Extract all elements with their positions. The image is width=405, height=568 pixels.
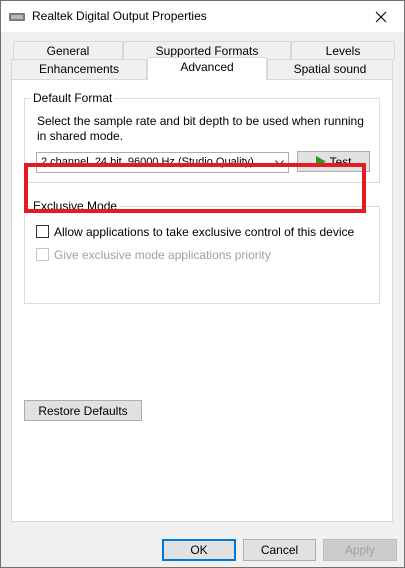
speaker-icon [9,11,25,21]
tab-label: Supported Formats [155,44,259,58]
ok-label: OK [190,543,208,557]
properties-dialog: Realtek Digital Output Properties Genera… [0,0,405,568]
close-button[interactable] [358,1,404,32]
highlight-annotation [24,163,366,213]
exclusive-priority-checkbox[interactable] [36,248,49,261]
advanced-tab-panel: Default Format Select the sample rate an… [11,79,393,522]
tab-label: Levels [325,44,361,58]
allow-exclusive-checkbox[interactable] [36,225,49,238]
dialog-client-area: General Supported Formats Levels Enhance… [1,32,404,567]
restore-defaults-button[interactable]: Restore Defaults [24,400,142,421]
window-title: Realtek Digital Output Properties [32,9,207,23]
tab-label: Enhancements [38,62,120,76]
exclusive-mode-group: Exclusive Mode Allow applications to tak… [24,199,380,304]
restore-defaults-label: Restore Defaults [38,403,128,418]
apply-label: Apply [344,543,376,557]
tab-label: Advanced [180,60,234,74]
tab-enhancements[interactable]: Enhancements [11,59,147,80]
tab-general[interactable]: General [13,41,123,61]
allow-exclusive-label: Allow applications to take exclusive con… [54,225,355,239]
tab-label: Spatial sound [293,62,367,76]
apply-button[interactable]: Apply [323,539,397,561]
exclusive-priority-label: Give exclusive mode applications priorit… [54,248,271,262]
tab-levels[interactable]: Levels [291,41,395,61]
title-bar: Realtek Digital Output Properties [1,1,404,32]
cancel-button[interactable]: Cancel [243,539,316,561]
ok-button[interactable]: OK [162,539,236,561]
default-format-description: Select the sample rate and bit depth to … [37,114,364,143]
tab-spatial-sound[interactable]: Spatial sound [267,59,393,80]
tab-label: General [46,44,90,58]
default-format-legend: Default Format [31,91,115,105]
tab-advanced[interactable]: Advanced [147,57,267,80]
cancel-label: Cancel [260,543,299,557]
close-icon [375,11,387,22]
